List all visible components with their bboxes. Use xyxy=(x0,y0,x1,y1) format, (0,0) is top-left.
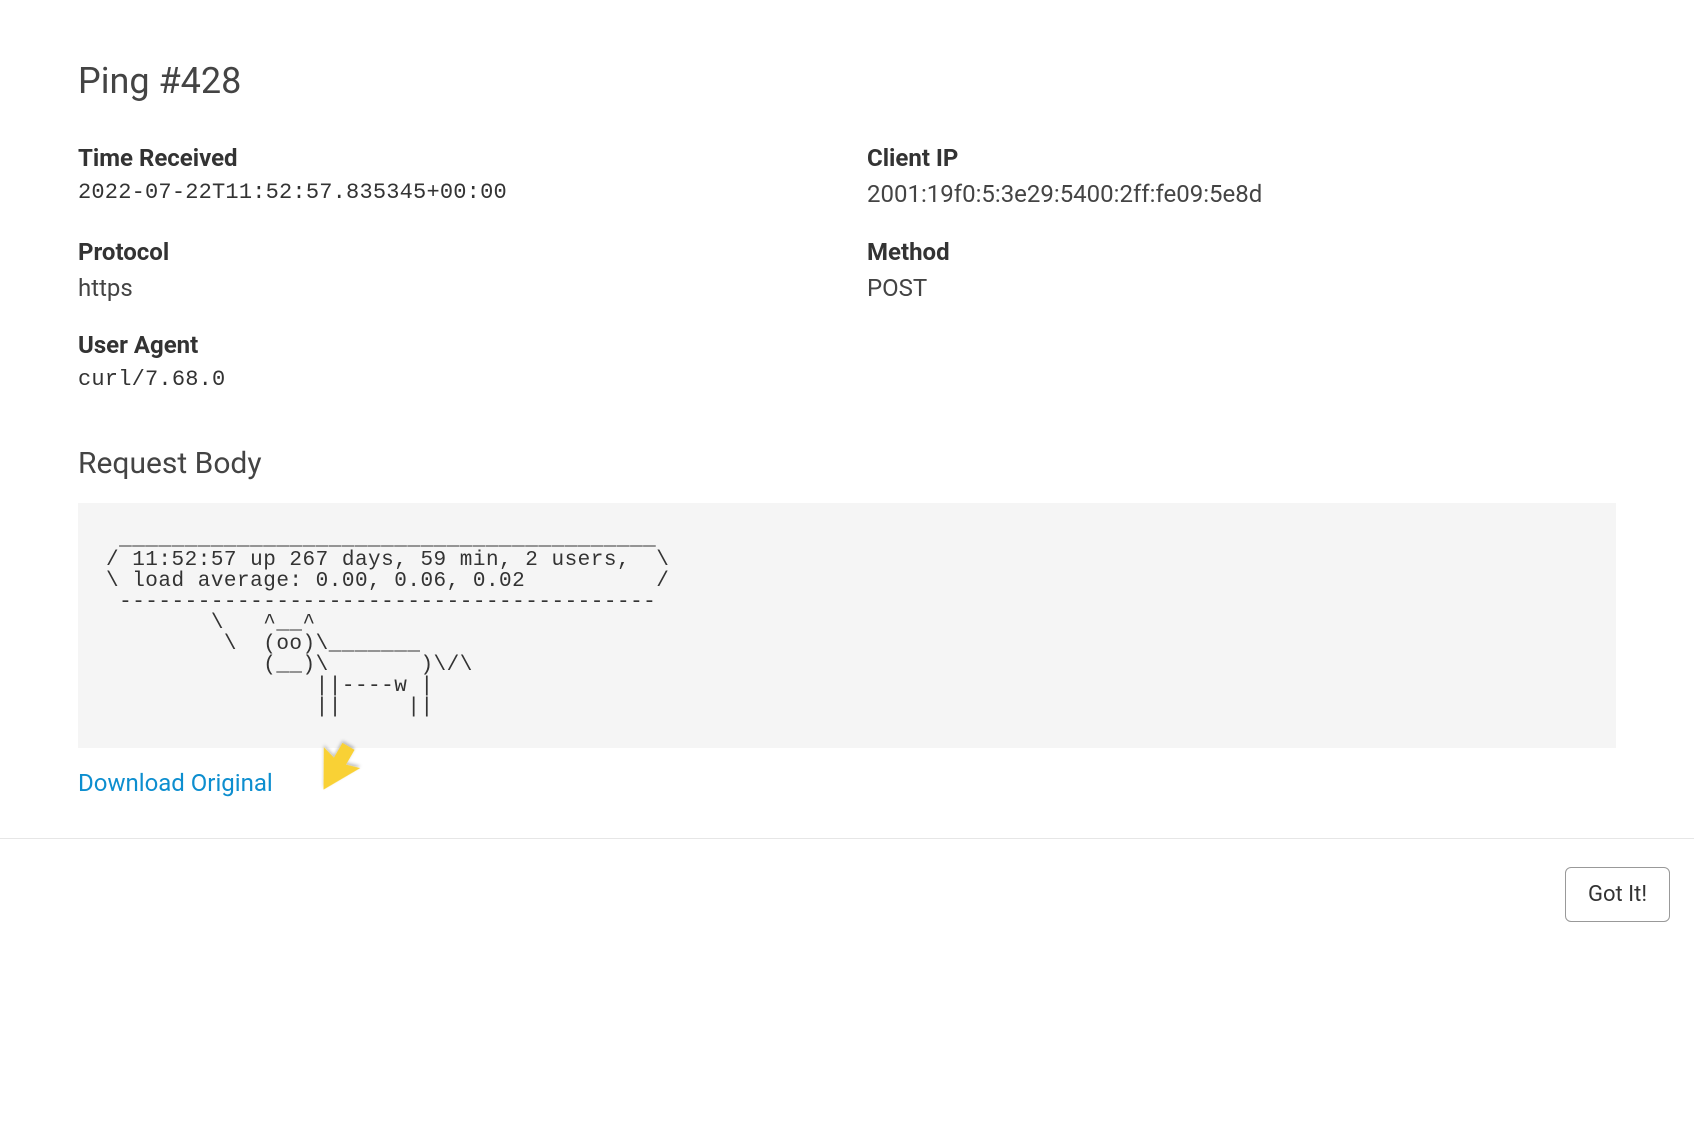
download-original-link[interactable]: Download Original xyxy=(78,769,273,797)
field-user-agent: User Agent curl/7.68.0 xyxy=(78,331,827,396)
request-body-heading: Request Body xyxy=(78,446,1616,481)
protocol-value: https xyxy=(78,272,827,306)
method-value: POST xyxy=(867,272,1616,306)
request-body-content: ________________________________________… xyxy=(78,503,1616,748)
user-agent-value: curl/7.68.0 xyxy=(78,365,827,396)
time-received-label: Time Received xyxy=(78,144,827,172)
method-label: Method xyxy=(867,238,1616,266)
metadata-fields: Time Received 2022-07-22T11:52:57.835345… xyxy=(78,144,1616,396)
field-protocol: Protocol https xyxy=(78,238,827,306)
user-agent-label: User Agent xyxy=(78,331,827,359)
field-method: Method POST xyxy=(867,238,1616,306)
client-ip-label: Client IP xyxy=(867,144,1616,172)
protocol-label: Protocol xyxy=(78,238,827,266)
got-it-button[interactable]: Got It! xyxy=(1565,867,1670,922)
footer: Got It! xyxy=(0,838,1694,950)
page-title: Ping #428 xyxy=(78,60,1616,102)
time-received-value: 2022-07-22T11:52:57.835345+00:00 xyxy=(78,178,827,209)
field-time-received: Time Received 2022-07-22T11:52:57.835345… xyxy=(78,144,827,212)
client-ip-value: 2001:19f0:5:3e29:5400:2ff:fe09:5e8d xyxy=(867,178,1616,212)
field-client-ip: Client IP 2001:19f0:5:3e29:5400:2ff:fe09… xyxy=(867,144,1616,212)
